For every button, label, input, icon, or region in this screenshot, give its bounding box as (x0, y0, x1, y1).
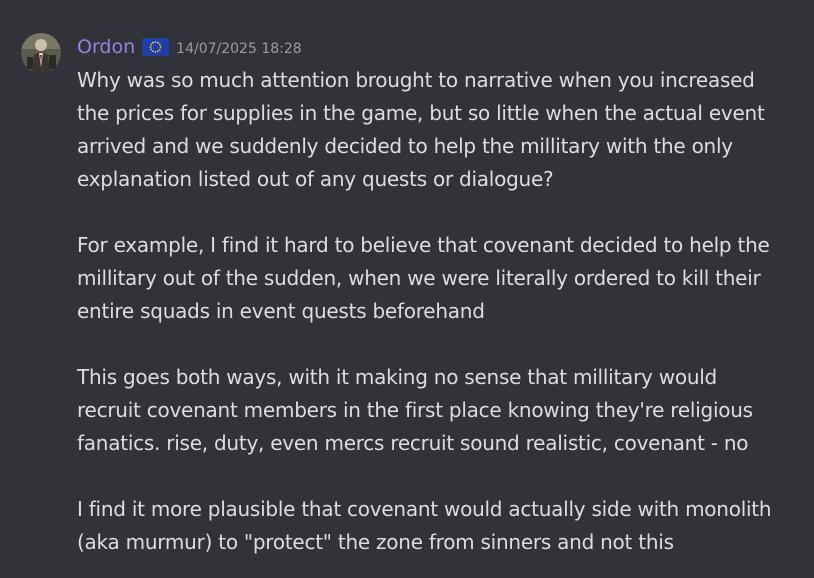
message-line: For example, I find it hard to believe t… (77, 233, 770, 257)
message-line: I find it more plausible that covenant w… (77, 497, 772, 521)
message-paragraph: For example, I find it hard to believe t… (77, 229, 807, 328)
message-timestamp[interactable]: 14/07/2025 18:28 (176, 32, 302, 63)
avatar-image (21, 33, 61, 73)
message-line: entire squads in event quests beforehand (77, 299, 485, 323)
message-paragraph: This goes both ways, with it making no s… (77, 361, 807, 460)
message-line: explanation listed out of any quests or … (77, 167, 554, 191)
message-paragraph: I find it more plausible that covenant w… (77, 493, 807, 559)
author-username[interactable]: Ordon (77, 33, 135, 61)
user-avatar[interactable] (21, 33, 61, 73)
message-line: arrived and we suddenly decided to help … (77, 134, 733, 158)
message-line: Why was so much attention brought to nar… (77, 68, 755, 92)
message-line: millitary out of the sudden, when we wer… (77, 266, 761, 290)
message-line: fanatics. rise, duty, even mercs recruit… (77, 431, 749, 455)
message-line: This goes both ways, with it making no s… (77, 365, 717, 389)
eu-flag-icon (142, 38, 170, 56)
message-line: recruit covenant members in the first pl… (77, 398, 753, 422)
message-line: the prices for supplies in the game, but… (77, 101, 765, 125)
chat-message: Ordon 14/07/2025 18:28 Why was so much a… (0, 0, 814, 578)
message-content: Why was so much attention brought to nar… (77, 64, 807, 559)
message-header: Ordon 14/07/2025 18:28 (77, 33, 302, 61)
message-paragraph: Why was so much attention brought to nar… (77, 64, 807, 196)
message-line: (aka murmur) to "protect" the zone from … (77, 530, 674, 554)
